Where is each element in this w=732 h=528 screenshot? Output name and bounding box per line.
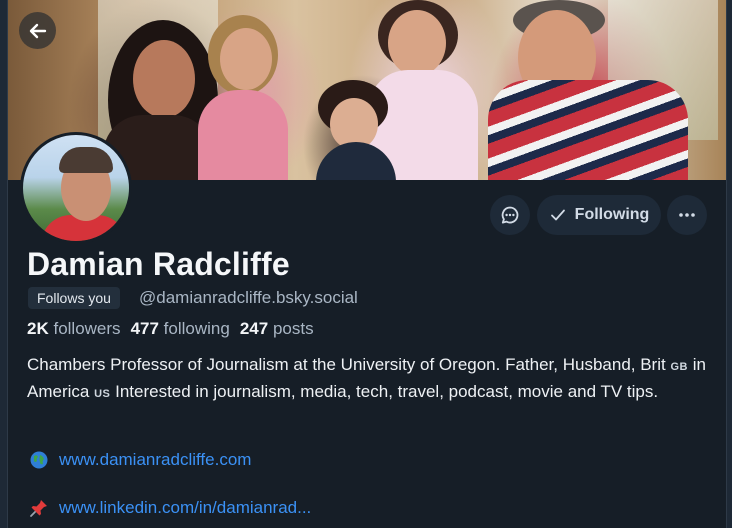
- following-label: Following: [574, 206, 650, 223]
- linkedin-link-row: www.linkedin.com/in/damianrad...: [29, 498, 311, 518]
- checkmark-icon: [550, 209, 565, 221]
- back-arrow-icon: [29, 23, 46, 38]
- linkedin-link[interactable]: www.linkedin.com/in/damianrad...: [59, 498, 311, 518]
- profile-handle[interactable]: @damianradcliffe.bsky.social: [139, 288, 358, 308]
- window-right-edge: [726, 0, 732, 528]
- posts-stat: 247 posts: [239, 319, 314, 338]
- following-button[interactable]: Following: [537, 195, 661, 235]
- profile-stats: 2K followers 477 following 247 posts: [27, 319, 314, 339]
- us-flag: US: [94, 387, 111, 400]
- display-name: Damian Radcliffe: [27, 246, 290, 282]
- pushpin-icon: [29, 498, 49, 518]
- follows-you-badge: Follows you: [28, 287, 120, 309]
- website-link[interactable]: www.damianradcliffe.com: [59, 450, 251, 470]
- following-stat[interactable]: 477 following: [131, 319, 230, 339]
- back-button[interactable]: [19, 12, 56, 49]
- profile-bio: Chambers Professor of Journalism at the …: [27, 355, 706, 401]
- more-options-button[interactable]: [667, 195, 707, 235]
- gb-flag: GB: [670, 361, 688, 373]
- website-link-row: www.damianradcliffe.com: [29, 450, 251, 470]
- message-button[interactable]: [490, 195, 530, 235]
- ellipsis-icon: [679, 213, 695, 217]
- message-icon: [501, 206, 519, 224]
- profile-page: Following Damian Radcliffe Follows you @…: [0, 0, 732, 528]
- profile-avatar[interactable]: [20, 132, 132, 244]
- window-left-edge: [0, 0, 8, 528]
- followers-stat[interactable]: 2K followers: [27, 319, 121, 339]
- globe-icon: [29, 450, 49, 470]
